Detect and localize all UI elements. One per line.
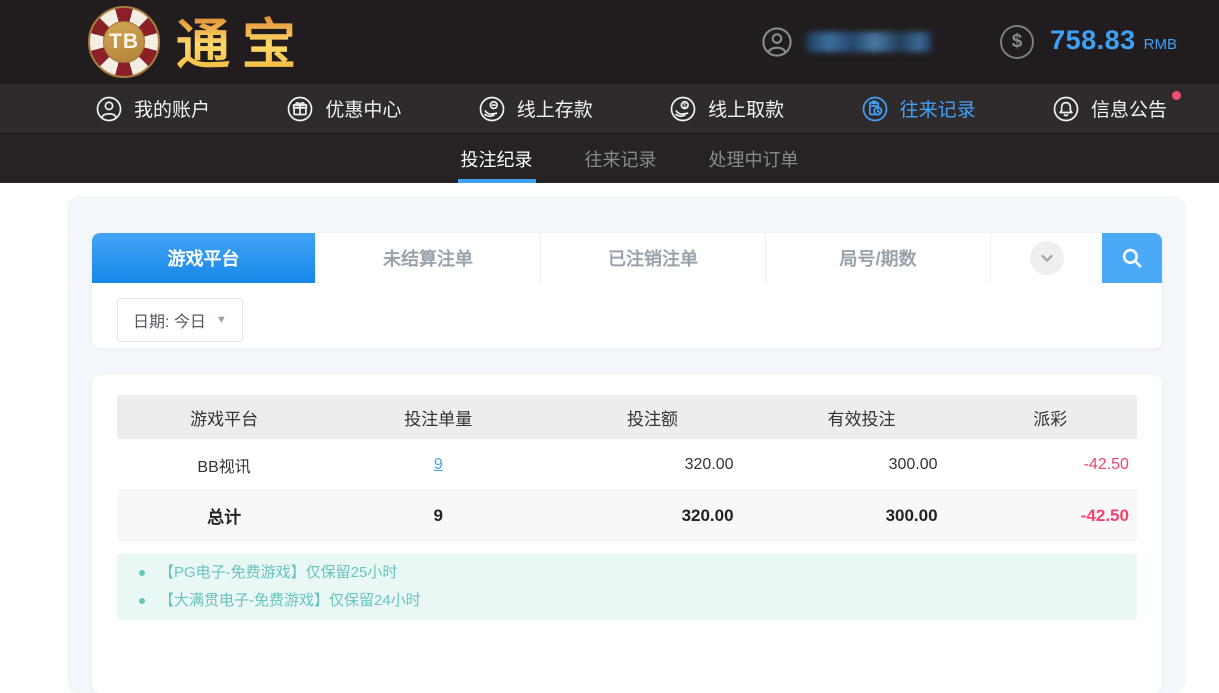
subnav-item-processing-orders[interactable]: 处理中订单 [706,134,802,183]
results-card: 游戏平台 投注单量 投注额 有效投注 派彩 BB视讯 9 320.00 300.… [92,375,1162,693]
dollar-icon: $ [1000,25,1034,59]
cell-payout: -42.50 [964,456,1137,474]
bell-icon [1051,94,1081,124]
filters-card: 游戏平台 未结算注单 已注销注单 局号/期数 日期: 今日 ▼ [92,233,1162,348]
nav-item-my-account[interactable]: 我的账户 [94,94,210,124]
cell-bet-count: 9 [331,456,545,474]
cell-platform: BB视讯 [117,453,331,477]
nav-item-transaction-records[interactable]: 往来记录 [860,94,976,124]
bullet-icon [139,570,145,576]
chevron-down-icon [1030,241,1064,275]
nav-item-deposit[interactable]: 线上存款 [477,94,593,124]
bullet-icon [139,598,145,604]
nav-item-promotions[interactable]: 优惠中心 [285,94,401,124]
deposit-coin-hand-icon [477,94,507,124]
logo-badge: TB [103,21,145,63]
nav-label: 线上取款 [708,95,784,122]
tab-cancelled-bets[interactable]: 已注销注单 [540,233,765,283]
col-header-bet-count: 投注单量 [331,405,545,430]
svg-text:$: $ [683,102,687,109]
search-button[interactable] [1102,233,1162,283]
records-clipboard-clock-icon [860,94,890,124]
table-row: BB视讯 9 320.00 300.00 -42.50 [117,439,1137,491]
main-nav: 我的账户 优惠中心 线上存款 $ 线上取款 往来记录 信息公告 [0,84,1219,134]
balance[interactable]: $ 758.83 RMB [1000,25,1177,59]
table-header-row: 游戏平台 投注单量 投注额 有效投注 派彩 [117,395,1137,439]
nav-label: 线上存款 [517,95,593,122]
main-content: 游戏平台 未结算注单 已注销注单 局号/期数 日期: 今日 ▼ [0,183,1219,693]
top-bar: TB 通宝 $ 758.83 RMB [0,0,1219,84]
subnav-item-bet-records[interactable]: 投注纪录 [458,134,536,183]
date-filter-label: 日期: 今日 [133,308,206,332]
nav-label: 信息公告 [1091,95,1167,122]
table-total-row: 总计 9 320.00 300.00 -42.50 [117,491,1137,541]
caret-down-icon: ▼ [216,314,227,326]
col-header-bet-amount: 投注额 [545,405,759,430]
nav-item-announcements[interactable]: 信息公告 [1051,94,1167,124]
tab-round-number[interactable]: 局号/期数 [765,233,990,283]
nav-label: 我的账户 [134,95,210,122]
subnav-item-transaction-records[interactable]: 往来记录 [582,134,660,183]
note-line: 【大满贯电子-免费游戏】仅保留24小时 [139,587,1115,615]
col-header-platform: 游戏平台 [117,405,331,430]
filter-tab-row: 游戏平台 未结算注单 已注销注单 局号/期数 [92,233,1162,283]
total-bet-amount: 320.00 [545,506,759,526]
total-payout: -42.50 [964,506,1137,526]
note-text: 【大满贯电子-免费游戏】仅保留24小时 [159,587,421,615]
col-header-payout: 派彩 [964,405,1137,430]
username-redacted[interactable] [806,32,932,52]
user-avatar-icon [760,25,794,59]
search-icon [1119,245,1145,271]
note-text: 【PG电子-免费游戏】仅保留25小时 [159,559,397,587]
notification-dot [1172,91,1181,100]
total-bet-count: 9 [331,506,545,526]
withdraw-coin-hand-icon: $ [668,94,698,124]
tab-game-platform[interactable]: 游戏平台 [92,233,315,283]
date-filter-row: 日期: 今日 ▼ [92,283,1162,357]
total-valid-bet: 300.00 [760,506,964,526]
poker-chip-logo-icon: TB [88,6,160,78]
tab-unsettled-bets[interactable]: 未结算注单 [315,233,540,283]
sub-nav: 投注纪录 往来记录 处理中订单 [0,134,1219,183]
logo-text: 通宝 [176,13,308,71]
nav-label: 往来记录 [900,95,976,122]
user-icon [94,94,124,124]
col-header-valid-bet: 有效投注 [760,405,964,430]
date-filter-dropdown[interactable]: 日期: 今日 ▼ [117,298,243,342]
nav-item-withdraw[interactable]: $ 线上取款 [668,94,784,124]
balance-amount: 758.83 [1050,25,1136,56]
total-label: 总计 [117,503,331,528]
note-line: 【PG电子-免费游戏】仅保留25小时 [139,559,1115,587]
content-panel: 游戏平台 未结算注单 已注销注单 局号/期数 日期: 今日 ▼ [67,196,1186,693]
retention-notes: 【PG电子-免费游戏】仅保留25小时 【大满贯电子-免费游戏】仅保留24小时 [117,554,1137,620]
account-summary: $ 758.83 RMB [760,25,1177,59]
more-options-button[interactable] [990,233,1102,283]
gift-icon [285,94,315,124]
brand-logo[interactable]: TB 通宝 [88,6,308,78]
bet-summary-table: 游戏平台 投注单量 投注额 有效投注 派彩 BB视讯 9 320.00 300.… [117,395,1137,541]
nav-label: 优惠中心 [325,95,401,122]
balance-currency: RMB [1144,36,1177,53]
cell-bet-amount: 320.00 [545,456,759,474]
cell-valid-bet: 300.00 [760,456,964,474]
bet-count-link[interactable]: 9 [434,456,443,473]
